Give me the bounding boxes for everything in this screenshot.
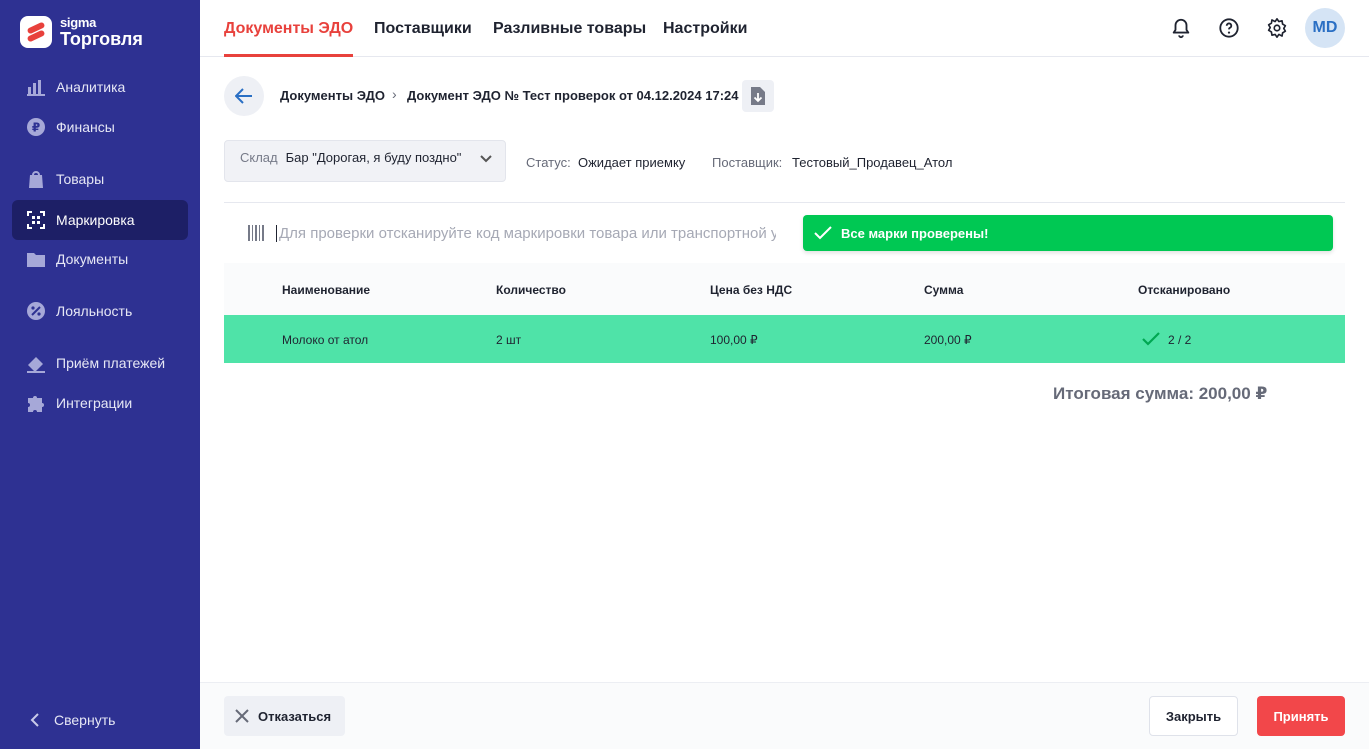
sidebar-item-label: Интеграции xyxy=(56,395,133,411)
folder-icon xyxy=(26,249,46,269)
chevron-left-icon xyxy=(30,713,39,727)
app-logo[interactable]: sigma Торговля xyxy=(20,16,143,48)
analytics-icon xyxy=(26,77,46,97)
total-sum: Итоговая сумма: 200,00 ₽ xyxy=(1053,384,1268,403)
divider xyxy=(224,202,1345,203)
column-header-price[interactable]: Цена без НДС xyxy=(710,283,792,297)
sidebar-item-label: Приём платежей xyxy=(56,355,166,371)
breadcrumb-parent-link[interactable]: Документы ЭДО xyxy=(280,88,385,103)
decline-button[interactable]: Отказаться xyxy=(224,696,345,736)
sidebar-item-label: Маркировка xyxy=(56,212,135,228)
banner-text: Все марки проверены! xyxy=(841,225,989,241)
barcode-icon xyxy=(248,225,264,241)
cell-quantity: 2 шт xyxy=(496,333,522,347)
sigma-logo-icon xyxy=(20,16,52,48)
check-icon xyxy=(814,226,832,240)
cell-price: 100,00 ₽ xyxy=(710,333,758,347)
warehouse-select[interactable]: Склад Бар "Дорогая, я буду поздно" xyxy=(224,140,506,182)
puzzle-icon xyxy=(26,393,46,413)
arrow-left-icon xyxy=(235,88,252,104)
tab-draft-goods[interactable]: Разливные товары xyxy=(493,0,646,57)
download-document-button[interactable] xyxy=(742,80,774,112)
marking-qr-icon xyxy=(26,210,46,230)
document-download-icon xyxy=(751,87,765,105)
brand-small: sigma xyxy=(60,15,97,30)
brand-big: Торговля xyxy=(60,29,143,49)
warehouse-value: Бар "Дорогая, я буду поздно" xyxy=(285,149,462,165)
svg-text:₽: ₽ xyxy=(32,121,40,135)
cell-name: Молоко от атол xyxy=(282,333,369,347)
help-icon[interactable] xyxy=(1215,14,1243,42)
success-banner: Все марки проверены! xyxy=(803,215,1333,251)
tab-suppliers[interactable]: Поставщики xyxy=(374,0,472,57)
close-icon xyxy=(235,709,249,723)
sidebar-item-finance[interactable]: ₽ Финансы xyxy=(12,107,188,147)
sidebar-item-label: Лояльность xyxy=(56,303,133,319)
sidebar-item-analytics[interactable]: Аналитика xyxy=(12,67,188,107)
column-header-name[interactable]: Наименование xyxy=(282,283,370,297)
sidebar-item-loyalty[interactable]: Лояльность xyxy=(12,291,188,331)
ruble-icon: ₽ xyxy=(26,117,46,137)
sidebar: sigma Торговля Аналитика ₽ Финансы Товар… xyxy=(0,0,200,749)
sidebar-collapse-button[interactable]: Свернуть xyxy=(12,700,188,740)
sidebar-item-label: Аналитика xyxy=(56,79,126,95)
sidebar-item-label: Финансы xyxy=(56,119,115,135)
close-button[interactable]: Закрыть xyxy=(1149,696,1238,736)
tab-edo-documents[interactable]: Документы ЭДО xyxy=(224,0,354,57)
payment-icon xyxy=(26,353,46,373)
back-button[interactable] xyxy=(224,76,264,116)
gear-icon[interactable] xyxy=(1263,14,1291,42)
sidebar-item-integrations[interactable]: Интеграции xyxy=(12,383,188,423)
sidebar-item-label: Товары xyxy=(56,171,105,187)
decline-label: Отказаться xyxy=(258,708,332,724)
column-header-scanned[interactable]: Отсканировано xyxy=(1138,283,1230,297)
sidebar-item-goods[interactable]: Товары xyxy=(12,159,188,199)
column-header-quantity[interactable]: Количество xyxy=(496,283,566,297)
avatar[interactable]: MD xyxy=(1305,8,1345,48)
bell-icon[interactable] xyxy=(1167,14,1195,42)
chevron-down-icon xyxy=(480,155,492,163)
shopping-bag-icon xyxy=(26,169,46,189)
sidebar-item-marking[interactable]: Маркировка xyxy=(12,200,188,240)
check-icon xyxy=(1142,332,1160,346)
cell-scanned: 2 / 2 xyxy=(1168,333,1192,347)
status-label: Статус: xyxy=(526,155,571,170)
page-title: Документ ЭДО № Тест проверок от 04.12.20… xyxy=(407,88,739,103)
accept-button[interactable]: Принять xyxy=(1257,696,1345,736)
scan-input[interactable] xyxy=(276,224,776,242)
scan-field[interactable] xyxy=(236,215,784,251)
tab-settings[interactable]: Настройки xyxy=(663,0,747,57)
chevron-right-icon: › xyxy=(392,86,397,102)
top-navigation: Документы ЭДО Поставщики Разливные товар… xyxy=(200,0,1369,57)
column-header-sum[interactable]: Сумма xyxy=(924,283,963,297)
sidebar-item-label: Документы xyxy=(56,251,129,267)
cell-sum: 200,00 ₽ xyxy=(924,333,972,347)
warehouse-label: Склад xyxy=(240,149,278,165)
sidebar-item-documents[interactable]: Документы xyxy=(12,239,188,279)
percent-badge-icon xyxy=(26,301,46,321)
collapse-label: Свернуть xyxy=(54,712,116,728)
supplier-value: Тестовый_Продавец_Атол xyxy=(792,155,953,170)
supplier-label: Поставщик: xyxy=(712,155,783,170)
status-value: Ожидает приемку xyxy=(578,155,686,170)
sidebar-item-payments[interactable]: Приём платежей xyxy=(12,343,188,383)
